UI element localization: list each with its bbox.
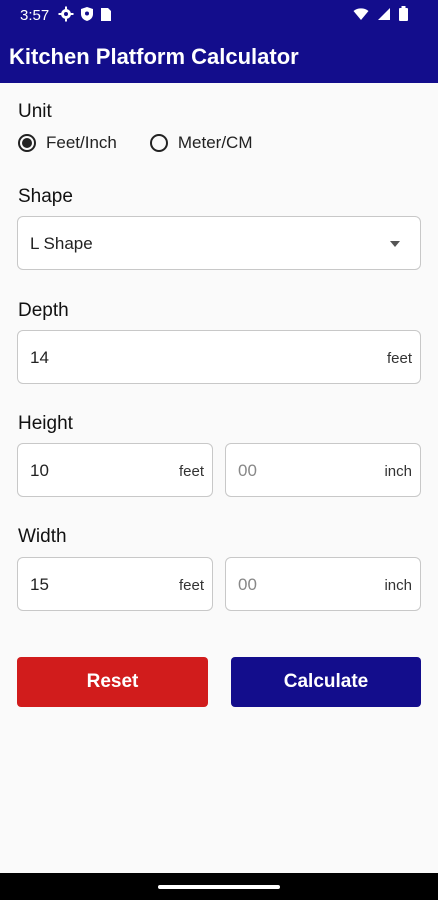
radio-button-selected[interactable] [18,134,36,152]
reset-button[interactable]: Reset [17,657,208,707]
shield-icon [81,7,93,21]
gesture-handle[interactable] [158,885,280,889]
app-bar: 3:57 Kitchen Platform Calculator [0,0,438,83]
width-feet-suffix: feet [178,576,204,594]
status-time: 3:57 [20,7,50,24]
width-feet-value: 15 [30,575,49,594]
system-navigation-bar [0,873,438,900]
unit-radio-group: Feet/Inch Meter/CM [18,133,253,153]
dropdown-arrow-icon [390,241,400,247]
width-inch-input[interactable]: 00 inch [225,557,421,611]
width-inch-suffix: inch [384,576,412,594]
height-feet-suffix: feet [178,462,204,480]
screen: 3:57 Kitchen Platform Calculator Unit Fe… [0,0,438,900]
radio-feet-inch-label: Feet/Inch [46,133,117,152]
shape-dropdown-value: L Shape [30,234,93,253]
depth-label: Depth [18,300,69,321]
width-label: Width [18,526,67,547]
depth-unit-suffix: feet [386,349,412,367]
radio-meter-cm-label: Meter/CM [177,133,253,152]
depth-input-value: 14 [30,348,49,367]
width-inch-placeholder: 00 [238,575,257,594]
radio-button-unselected[interactable] [149,134,168,152]
radio-meter-cm[interactable]: Meter/CM [149,133,253,153]
height-inch-placeholder: 00 [238,461,257,480]
height-feet-value: 10 [30,461,49,480]
app-title: Kitchen Platform Calculator [9,44,299,69]
width-feet-input[interactable]: 15 feet [17,557,213,611]
height-inch-input[interactable]: 00 inch [225,443,421,497]
unit-label: Unit [18,101,52,122]
calculate-button[interactable]: Calculate [231,657,421,707]
height-label: Height [18,413,73,434]
signal-icon [378,7,390,20]
gear-icon [58,6,74,22]
shape-dropdown[interactable]: L Shape [17,216,421,270]
wifi-icon [353,7,369,20]
height-inch-suffix: inch [384,462,412,480]
depth-input[interactable]: 14 feet [17,330,421,384]
battery-icon [399,6,408,21]
radio-feet-inch[interactable]: Feet/Inch [18,133,117,153]
shape-label: Shape [18,186,73,207]
height-feet-input[interactable]: 10 feet [17,443,213,497]
status-bar: 3:57 [0,0,438,30]
sim-card-icon [101,8,111,21]
